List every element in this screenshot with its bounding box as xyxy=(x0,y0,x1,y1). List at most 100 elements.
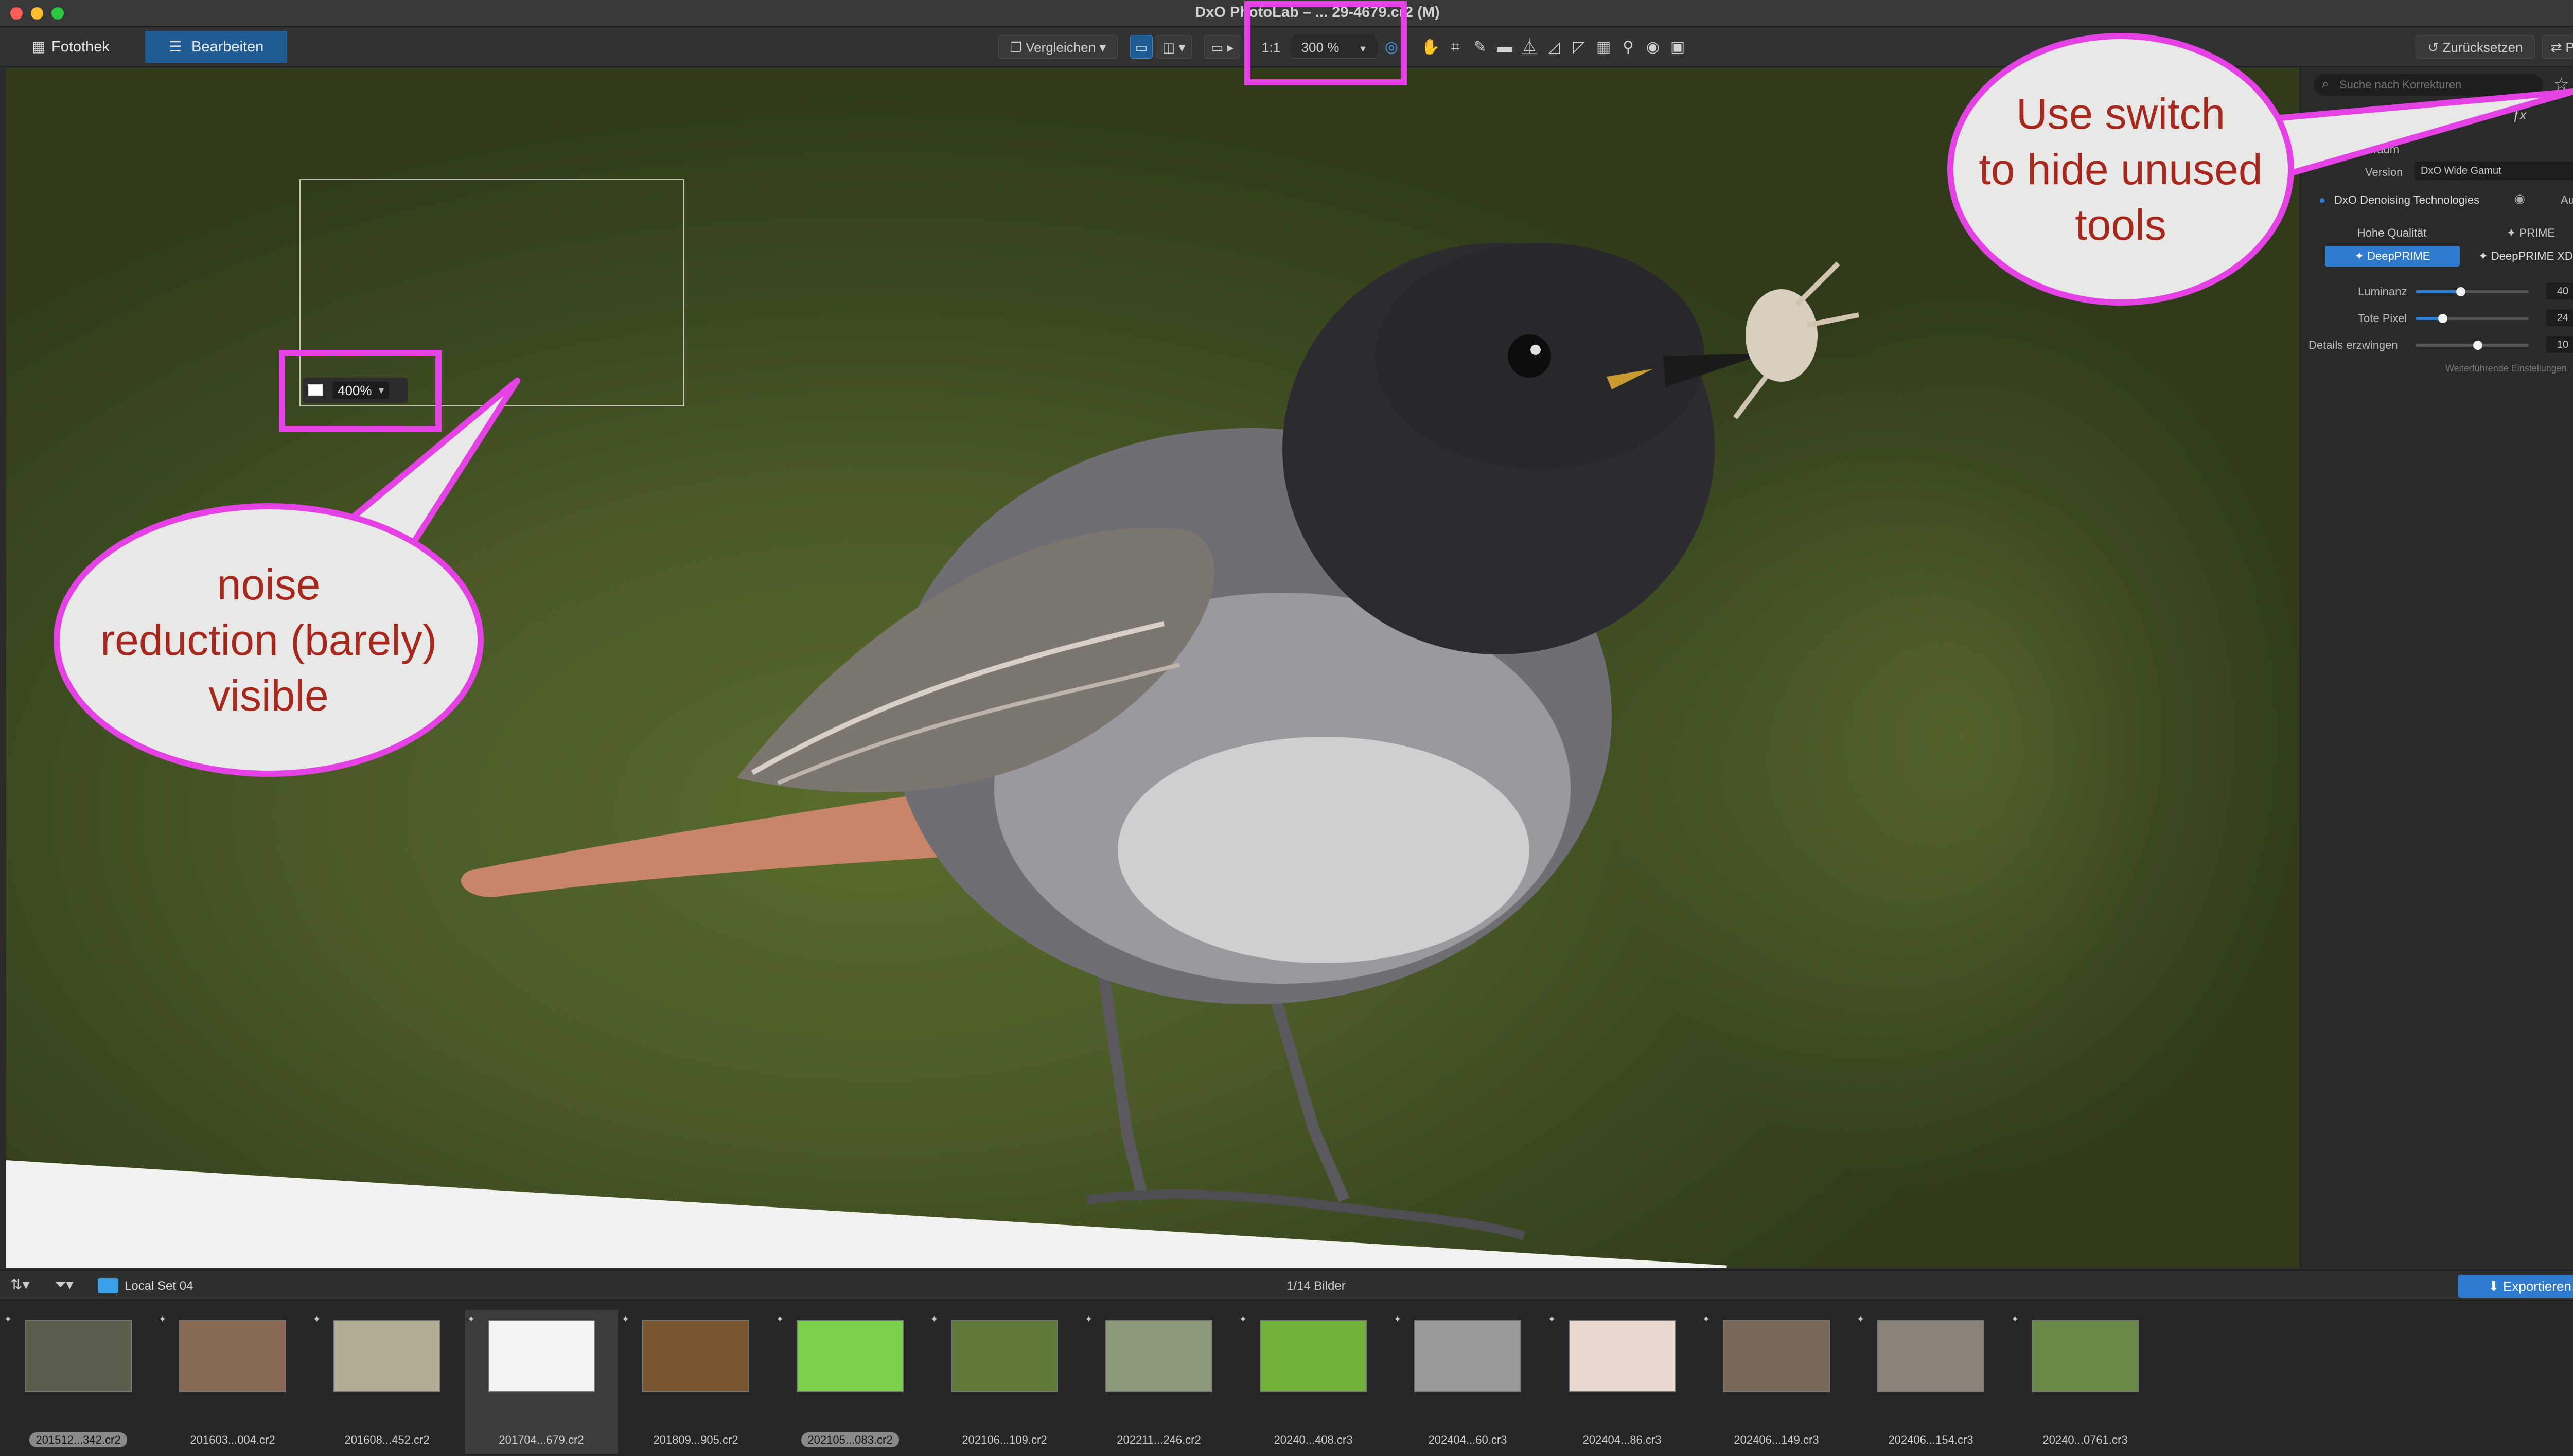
compare-label: Vergleichen xyxy=(1026,40,1096,55)
sort-icon[interactable]: ⇅▾ xyxy=(10,1276,30,1293)
option-prime[interactable]: ✦ PRIME xyxy=(2464,226,2573,240)
edited-flag-icon: ✦ xyxy=(2011,1314,2019,1324)
filmstrip-thumbnail[interactable]: ✦ 20240...0761.cr3 xyxy=(2009,1310,2161,1454)
presets-icon: ⇄ xyxy=(2550,40,2566,55)
edited-flag-icon: ✦ xyxy=(313,1314,321,1324)
repair-icon[interactable]: ⚲ xyxy=(1618,37,1638,58)
search-field[interactable]: ⌕ xyxy=(2314,74,2543,96)
filmstrip-thumbnail[interactable]: ✦ 202406...149.cr3 xyxy=(1700,1310,1853,1454)
filmstrip-thumbnail[interactable]: ✦ 20240...408.cr3 xyxy=(1237,1310,1389,1454)
crop-tool-icon[interactable]: ⌗ xyxy=(1445,37,1466,58)
split-view-button[interactable]: ◫ ▾ xyxy=(1156,35,1192,59)
advanced-settings-link[interactable]: Weiterführende Einstellungen xyxy=(2445,363,2567,374)
luminance-value[interactable]: 40 xyxy=(2546,283,2573,299)
luminance-slider-knob[interactable] xyxy=(2456,287,2465,296)
frame-button[interactable]: ▭ ▸ xyxy=(1204,35,1240,59)
denoise-header[interactable]: ● DxO Denoising Technologies ◉ Auto ☆ xyxy=(2314,191,2573,212)
thumbnail-image xyxy=(179,1320,286,1392)
thumbnail-filename: 20240...408.cr3 xyxy=(1274,1433,1353,1446)
reset-button[interactable]: ↺ Zurücksetzen xyxy=(2416,35,2535,59)
search-input[interactable] xyxy=(2339,77,2535,93)
thumbnail-image xyxy=(488,1320,595,1392)
dead-pixel-slider-knob[interactable] xyxy=(2438,314,2447,323)
thumbnail-label: 20240...0761.cr3 xyxy=(2009,1433,2161,1447)
edited-flag-icon: ✦ xyxy=(1394,1314,1402,1324)
filmstrip-thumbnail[interactable]: ✦ 201512...342.cr2 xyxy=(2,1310,154,1454)
thumbnail-image xyxy=(642,1320,749,1392)
force-details-value[interactable]: 10 xyxy=(2546,336,2573,353)
hand-tool-icon[interactable]: ✋ xyxy=(1420,37,1441,58)
tab-library-label: Fotothek xyxy=(51,39,110,55)
thumbnail-filename: 201809...905.cr2 xyxy=(653,1433,738,1446)
eye-icon[interactable]: ◉ xyxy=(2514,191,2525,206)
filmstrip-thumbnail[interactable]: ✦ 201603...004.cr2 xyxy=(156,1310,309,1454)
dead-pixel-value[interactable]: 24 xyxy=(2546,310,2573,326)
filmstrip-thumbnail[interactable]: ✦ 202105...083.cr2 xyxy=(774,1310,926,1454)
option-deepprime[interactable]: ✦ DeepPRIME xyxy=(2325,246,2460,267)
thumbnail-image xyxy=(333,1320,440,1392)
compare-button[interactable]: ❐ Vergleichen ▾ xyxy=(998,35,1118,59)
thumbnail-label: 201809...905.cr2 xyxy=(620,1433,772,1447)
search-icon: ⌕ xyxy=(2322,77,2329,91)
edited-flag-icon: ✦ xyxy=(1239,1314,1247,1324)
fx-tab[interactable]: ƒx xyxy=(2512,107,2526,123)
reset-label: Zurücksetzen xyxy=(2442,40,2523,55)
perspective-icon[interactable]: ⏅ xyxy=(1519,37,1540,58)
filmstrip-thumbnail[interactable]: ✦ 202211...246.cr2 xyxy=(1083,1310,1235,1454)
thumbnail-label: 202211...246.cr2 xyxy=(1083,1433,1235,1447)
folder-label[interactable]: Local Set 04 xyxy=(125,1279,193,1293)
filmstrip-thumbnail[interactable]: ✦ 202404...86.cr3 xyxy=(1546,1310,1698,1454)
presets-button[interactable]: ⇄ Presets xyxy=(2542,35,2573,59)
filmstrip-thumbnail[interactable]: ✦ 202106...109.cr2 xyxy=(928,1310,1081,1454)
switch-callout: Use switch to hide unused tools xyxy=(1947,33,2294,306)
star-icon[interactable]: ☆ xyxy=(2553,74,2569,95)
colorspace-label: raum xyxy=(2373,143,2400,156)
filmstrip-thumbnail[interactable]: ✦ 201809...905.cr2 xyxy=(620,1310,772,1454)
filmstrip-toolbar: ⇅▾ ⏷▾ Local Set 04 1/14 Bilder ⬇ Exporti… xyxy=(0,1270,2573,1301)
zoom-highlight-box xyxy=(1244,1,1407,85)
tab-edit[interactable]: ☰ Bearbeiten xyxy=(145,31,287,63)
filmstrip-thumbnail[interactable]: ✦ 201608...452.cr2 xyxy=(311,1310,463,1454)
denoise-mode[interactable]: Auto xyxy=(2561,193,2573,207)
watermark-icon[interactable]: ▣ xyxy=(1667,37,1688,58)
grid-overlay-icon[interactable]: ▦ xyxy=(1593,37,1614,58)
thumbnail-label: 201704...679.cr2 xyxy=(465,1433,618,1447)
edited-flag-icon: ✦ xyxy=(1857,1314,1865,1324)
eye-icon[interactable]: ◉ xyxy=(1643,37,1663,58)
thumbnail-filename: 202406...154.cr3 xyxy=(1888,1433,1973,1446)
version-select[interactable]: DxO Wide Gamut xyxy=(2415,162,2573,180)
switch-callout-text: Use switch to hide unused tools xyxy=(1979,90,2263,249)
tab-edit-label: Bearbeiten xyxy=(191,39,264,55)
filter-icon[interactable]: ⏷▾ xyxy=(55,1276,73,1293)
eyedropper-icon[interactable]: ✎ xyxy=(1470,37,1490,58)
thumbnail-label: 201608...452.cr2 xyxy=(311,1433,463,1447)
option-deepprime-xd[interactable]: ✦ DeepPRIME XD/XD2s xyxy=(2464,246,2573,267)
single-view-button[interactable]: ▭ xyxy=(1130,35,1153,59)
edited-flag-icon: ✦ xyxy=(1548,1314,1556,1324)
thumbnail-image xyxy=(1877,1320,1984,1392)
noise-callout-text: noise reduction (barely) visible xyxy=(100,560,437,720)
thumbnail-filename: 202404...86.cr3 xyxy=(1582,1433,1662,1446)
thumbnail-filename: 202105...083.cr2 xyxy=(801,1432,899,1447)
thumbnail-filename: 202406...149.cr3 xyxy=(1734,1433,1819,1446)
filmstrip-thumbnail[interactable]: ✦ 201704...679.cr2 xyxy=(465,1310,618,1454)
perspective-alt-icon[interactable]: ◿ xyxy=(1544,37,1564,58)
option-deepprime-xd-label: DeepPRIME XD/XD2s xyxy=(2491,250,2573,262)
grid-icon: ▦ xyxy=(32,39,46,55)
force-details-slider[interactable] xyxy=(2416,344,2529,347)
thumbnail-label: 202106...109.cr2 xyxy=(928,1433,1081,1447)
filmstrip-thumbnail[interactable]: ✦ 202406...154.cr3 xyxy=(1855,1310,2007,1454)
tab-library[interactable]: ▦ Fotothek xyxy=(21,31,129,63)
local-adjust-icon[interactable]: ◸ xyxy=(1569,37,1589,58)
folder-icon xyxy=(98,1278,118,1293)
straighten-icon[interactable]: ▬ xyxy=(1494,37,1515,58)
force-details-slider-knob[interactable] xyxy=(2473,341,2482,350)
edited-flag-icon: ✦ xyxy=(776,1314,784,1324)
filmstrip-thumbnail[interactable]: ✦ 202404...60.cr3 xyxy=(1391,1310,1544,1454)
option-high-quality[interactable]: Hohe Qualität xyxy=(2325,226,2459,240)
option-deepprime-label: DeepPRIME xyxy=(2367,250,2430,262)
export-button[interactable]: ⬇ Exportieren xyxy=(2458,1275,2573,1298)
thumbnail-image xyxy=(1723,1320,1830,1392)
denoise-enabled-icon[interactable]: ● xyxy=(2319,193,2325,207)
compare-icon: ❐ xyxy=(1010,40,1026,55)
